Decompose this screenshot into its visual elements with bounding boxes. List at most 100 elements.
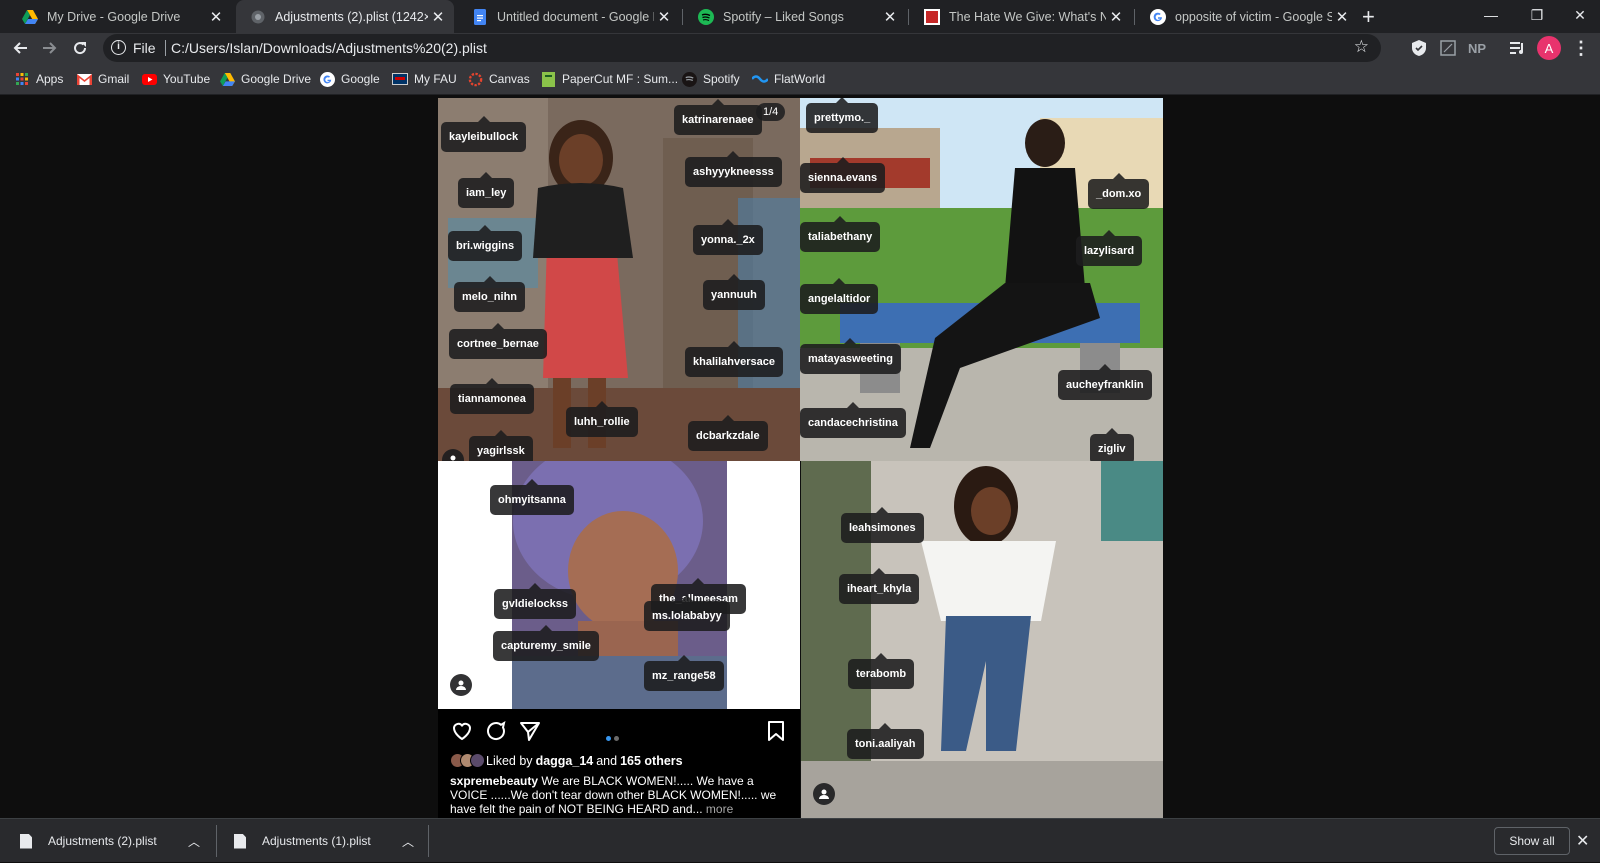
likes-summary[interactable]: Liked by dagga_14 and 165 others bbox=[450, 753, 686, 768]
back-icon[interactable] bbox=[8, 36, 32, 60]
tagged-user-icon[interactable] bbox=[450, 674, 472, 696]
user-tag[interactable]: gvldielockss bbox=[494, 583, 577, 619]
bookmark-spotify[interactable]: Spotify bbox=[681, 71, 740, 87]
tab-adjustments-plist[interactable]: Adjustments (2).plist (1242×1236) ✕ bbox=[236, 0, 454, 33]
user-tag[interactable]: cortnee_bernae bbox=[449, 323, 547, 359]
profile-avatar[interactable]: A bbox=[1537, 36, 1561, 60]
download-item[interactable]: Adjustments (2).plist ︿ bbox=[20, 819, 216, 863]
user-tag[interactable]: luhh_rollie bbox=[566, 401, 638, 437]
bookmark-canvas[interactable]: Canvas bbox=[467, 71, 530, 87]
tagged-photo-2[interactable]: prettymo._ sienna.evans _dom.xo taliabet… bbox=[800, 98, 1163, 461]
user-tag[interactable]: iheart_khyla bbox=[839, 568, 920, 604]
tab-title: The Hate We Give: What's Next? bbox=[949, 9, 1106, 24]
liked-others[interactable]: 165 others bbox=[620, 754, 683, 768]
user-tag[interactable]: ms.lolababyy bbox=[644, 595, 730, 631]
user-tag[interactable]: yannuuh bbox=[703, 274, 765, 310]
user-tag[interactable]: katrinarenaee bbox=[674, 99, 762, 135]
user-tag[interactable]: bri.wiggins bbox=[448, 225, 523, 261]
tab-google-drive[interactable]: My Drive - Google Drive ✕ bbox=[8, 0, 232, 33]
shield-extension-icon[interactable] bbox=[1408, 37, 1430, 59]
bookmark-star-icon[interactable]: ☆ bbox=[1354, 37, 1369, 57]
user-tag[interactable]: tiannamonea bbox=[450, 378, 534, 414]
tab-hate-we-give[interactable]: The Hate We Give: What's Next? ✕ bbox=[910, 0, 1132, 33]
user-tag[interactable]: toni.aaliyah bbox=[847, 723, 924, 759]
tab-strip: My Drive - Google Drive ✕ Adjustments (2… bbox=[0, 0, 1600, 33]
url-text[interactable]: C:/Users/Islan/Downloads/Adjustments%20(… bbox=[171, 40, 487, 56]
tab-google-docs[interactable]: Untitled document - Google Docs ✕ bbox=[458, 0, 680, 33]
user-tag[interactable]: leahsimones bbox=[841, 507, 924, 543]
bookmark-icon[interactable] bbox=[764, 719, 788, 743]
minimize-icon[interactable]: — bbox=[1468, 0, 1514, 30]
share-icon[interactable] bbox=[518, 719, 542, 743]
bookmark-gmail[interactable]: Gmail bbox=[76, 71, 129, 87]
user-tag[interactable]: yonna._2x bbox=[693, 219, 763, 255]
heart-icon[interactable] bbox=[450, 719, 474, 743]
user-tag[interactable]: capturemy_smile bbox=[493, 625, 599, 661]
user-tag[interactable]: matayasweeting bbox=[800, 338, 901, 374]
user-tag[interactable]: kayleibullock bbox=[441, 116, 527, 152]
tagged-photo-4[interactable]: leahsimones iheart_khyla terabomb toni.a… bbox=[801, 461, 1163, 818]
new-tab-icon[interactable]: + bbox=[1362, 4, 1375, 30]
user-tag[interactable]: sienna.evans bbox=[800, 157, 886, 193]
info-icon[interactable]: i bbox=[111, 40, 126, 55]
chevron-up-icon[interactable]: ︿ bbox=[402, 833, 414, 850]
chevron-up-icon[interactable]: ︿ bbox=[188, 833, 200, 850]
user-tag[interactable]: aucheyfranklin bbox=[1058, 364, 1152, 400]
user-tag[interactable]: angelaltidor bbox=[800, 278, 879, 314]
user-tag[interactable]: terabomb bbox=[848, 653, 915, 689]
media-queue-icon[interactable] bbox=[1507, 37, 1529, 59]
kebab-menu-icon[interactable]: ⋮ bbox=[1570, 37, 1592, 59]
liked-user[interactable]: dagga_14 bbox=[536, 754, 594, 768]
bookmark-my-fau[interactable]: My FAU bbox=[392, 71, 457, 87]
pdf-extension-icon[interactable] bbox=[1437, 37, 1459, 59]
download-item[interactable]: Adjustments (1).plist ︿ bbox=[234, 819, 428, 863]
user-tag[interactable]: dcbarkzdale bbox=[688, 415, 768, 451]
user-tag[interactable]: _dom.xo bbox=[1088, 173, 1150, 209]
close-tab-icon[interactable]: ✕ bbox=[206, 8, 226, 26]
tagged-user-icon[interactable] bbox=[813, 783, 835, 805]
comment-icon[interactable] bbox=[484, 719, 508, 743]
user-tag[interactable]: prettymo._ bbox=[806, 98, 879, 133]
bookmark-google[interactable]: Google bbox=[319, 71, 380, 87]
url-scheme: File bbox=[133, 40, 156, 56]
tagged-photo-3[interactable]: ohmyitsanna gvldielockss the_allmeesam m… bbox=[438, 461, 800, 709]
user-tag[interactable]: yagirlssk bbox=[469, 430, 533, 461]
close-tab-icon[interactable]: ✕ bbox=[1106, 8, 1126, 26]
user-tag[interactable]: ohmyitsanna bbox=[490, 479, 574, 515]
user-tag[interactable]: zigliv bbox=[1090, 428, 1134, 461]
np-extension-icon[interactable]: NP bbox=[1466, 37, 1488, 59]
tagged-photo-1[interactable]: 1/4 katrinarenaee kayleibullock ashyyykn… bbox=[438, 98, 801, 461]
carousel-dot bbox=[614, 736, 619, 741]
tab-google-search[interactable]: opposite of victim - Google Search ✕ bbox=[1136, 0, 1358, 33]
close-tab-icon[interactable]: ✕ bbox=[1332, 8, 1352, 26]
user-tag[interactable]: iam_ley bbox=[458, 172, 515, 208]
user-tag[interactable]: melo_nihn bbox=[454, 276, 526, 312]
address-bar[interactable]: i File C:/Users/Islan/Downloads/Adjustme… bbox=[103, 34, 1381, 62]
close-window-icon[interactable]: ✕ bbox=[1560, 0, 1600, 30]
caption-username[interactable]: sxpremebeauty bbox=[450, 774, 538, 788]
close-tab-icon[interactable]: ✕ bbox=[654, 8, 674, 26]
restore-icon[interactable]: ❐ bbox=[1514, 0, 1560, 30]
tab-spotify[interactable]: Spotify – Liked Songs ✕ bbox=[684, 0, 906, 33]
bookmark-papercut[interactable]: PaperCut MF : Sum... bbox=[540, 71, 678, 87]
user-tag[interactable]: lazylisard bbox=[1076, 230, 1143, 266]
user-tag[interactable]: taliabethany bbox=[800, 216, 881, 252]
close-downloads-icon[interactable]: ✕ bbox=[1576, 831, 1589, 851]
bookmark-youtube[interactable]: YouTube bbox=[141, 71, 210, 87]
bookmark-apps[interactable]: Apps bbox=[14, 71, 63, 87]
globe-icon bbox=[250, 9, 266, 25]
forward-icon[interactable] bbox=[38, 36, 62, 60]
bookmark-flatworld[interactable]: FlatWorld bbox=[752, 71, 825, 87]
user-tag[interactable]: candacechristina bbox=[800, 402, 906, 438]
show-all-button[interactable]: Show all bbox=[1494, 827, 1570, 855]
reload-icon[interactable] bbox=[68, 36, 92, 60]
close-tab-icon[interactable]: ✕ bbox=[428, 8, 448, 26]
caption-more-link[interactable]: more bbox=[706, 802, 733, 816]
user-tag[interactable]: khalilahversace bbox=[685, 341, 783, 377]
user-tag[interactable]: ashyyykneesss bbox=[685, 151, 782, 187]
bookmark-google-drive[interactable]: Google Drive bbox=[219, 71, 311, 87]
canvas-icon bbox=[467, 71, 483, 87]
close-tab-icon[interactable]: ✕ bbox=[880, 8, 900, 26]
google-icon bbox=[319, 71, 335, 87]
user-tag[interactable]: mz_range58 bbox=[644, 655, 724, 691]
